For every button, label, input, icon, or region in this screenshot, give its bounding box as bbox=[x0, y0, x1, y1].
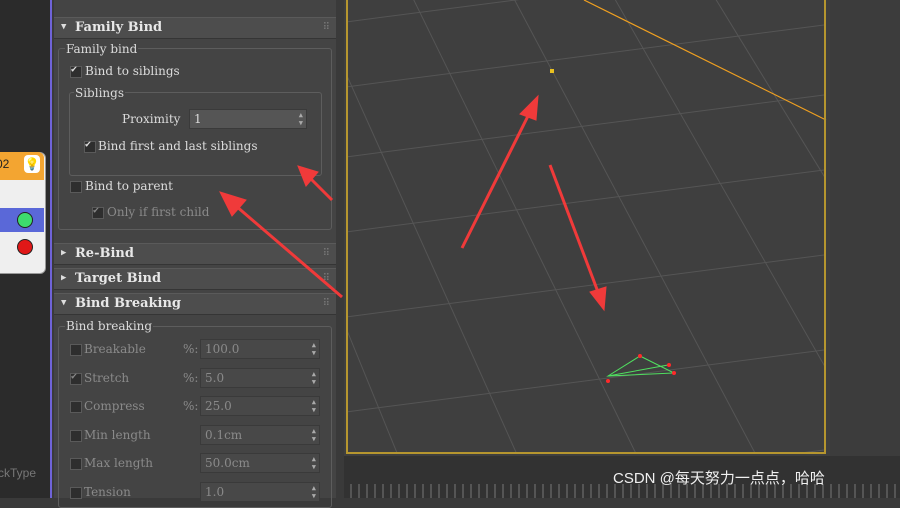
annotation-arrows bbox=[219, 94, 607, 312]
arrow-icon bbox=[548, 164, 607, 312]
arrow-icon bbox=[460, 94, 539, 249]
arrow-icon bbox=[219, 191, 343, 299]
arrow-icon bbox=[297, 165, 334, 202]
watermark: CSDN @每天努力一点点，哈哈 bbox=[613, 470, 825, 487]
